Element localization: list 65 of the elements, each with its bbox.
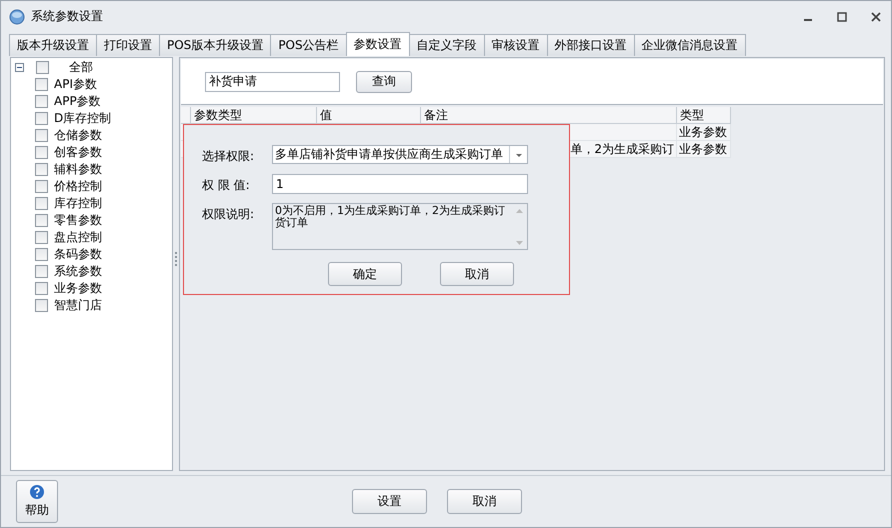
tab[interactable]: POS公告栏: [270, 34, 347, 56]
tab[interactable]: 审核设置: [484, 34, 548, 56]
query-button[interactable]: 查询: [356, 70, 412, 92]
tab[interactable]: 打印设置: [96, 34, 160, 56]
tree-item[interactable]: 仓储参数: [54, 127, 102, 144]
checkbox[interactable]: [35, 265, 48, 278]
checkbox[interactable]: [35, 78, 48, 91]
cancel-button[interactable]: 取消: [440, 262, 514, 286]
tree-item[interactable]: 库存控制: [54, 195, 102, 212]
tab[interactable]: 版本升级设置: [9, 34, 97, 56]
splitter-handle[interactable]: [175, 252, 178, 266]
checkbox[interactable]: [35, 112, 48, 125]
checkbox[interactable]: [35, 197, 48, 210]
field-label: 选择权限:: [202, 148, 256, 165]
tree-item[interactable]: API参数: [54, 76, 97, 93]
checkbox[interactable]: [36, 61, 49, 74]
description-field[interactable]: 0为不启用，1为生成采购订单，2为生成采购订货订单: [272, 203, 528, 250]
value-field[interactable]: 1: [272, 174, 528, 194]
checkbox[interactable]: [35, 214, 48, 227]
column-header: 参数类型: [191, 107, 317, 124]
checkbox[interactable]: [35, 299, 48, 312]
window-title: 系统参数设置: [31, 8, 104, 25]
tree-item[interactable]: 价格控制: [54, 178, 102, 195]
help-icon: [29, 484, 45, 500]
tree-item[interactable]: 辅料参数: [54, 161, 102, 178]
tree-item[interactable]: 创客参数: [54, 144, 102, 161]
column-header: 备注: [421, 107, 677, 124]
tree-item[interactable]: APP参数: [54, 93, 101, 110]
search-field[interactable]: 补货申请: [205, 72, 340, 92]
confirm-button[interactable]: 确定: [328, 262, 402, 286]
table-cell: 业务参数: [677, 141, 731, 158]
tab[interactable]: 企业微信消息设置: [634, 34, 746, 56]
field-label: 权限说明:: [202, 206, 256, 223]
tree-item[interactable]: D库存控制: [54, 110, 112, 127]
checkbox[interactable]: [35, 95, 48, 108]
tab[interactable]: 自定义字段: [408, 34, 485, 56]
field-label: 权 限 值:: [202, 177, 251, 194]
column-header: 值: [317, 107, 421, 124]
collapse-icon[interactable]: [15, 63, 24, 72]
permission-select[interactable]: 多单店铺补货申请单按供应商生成采购订单: [272, 145, 528, 164]
checkbox[interactable]: [35, 231, 48, 244]
checkbox[interactable]: [35, 248, 48, 261]
maximize-icon[interactable]: [835, 10, 849, 24]
set-button[interactable]: 设置: [352, 489, 427, 514]
column-header: 类型: [677, 107, 731, 124]
globe-icon: [9, 8, 25, 24]
tree-item[interactable]: 系统参数: [54, 263, 102, 280]
tree-item[interactable]: 全部: [69, 59, 93, 76]
close-icon[interactable]: [869, 10, 883, 24]
table-cell: 业务参数: [677, 124, 731, 141]
tree-item[interactable]: 智慧门店: [54, 297, 102, 314]
tree-item[interactable]: 零售参数: [54, 212, 102, 229]
checkbox[interactable]: [35, 163, 48, 176]
tree-item[interactable]: 盘点控制: [54, 229, 102, 246]
tab[interactable]: POS版本升级设置: [159, 34, 272, 56]
checkbox[interactable]: [35, 282, 48, 295]
checkbox[interactable]: [35, 180, 48, 193]
tree-item[interactable]: 条码参数: [54, 246, 102, 263]
checkbox[interactable]: [35, 129, 48, 142]
tab[interactable]: 参数设置: [346, 32, 410, 56]
cancel-button[interactable]: 取消: [447, 489, 522, 514]
checkbox[interactable]: [35, 146, 48, 159]
tree-item[interactable]: 业务参数: [54, 280, 102, 297]
help-button[interactable]: 帮助: [16, 480, 58, 523]
tab[interactable]: 外部接口设置: [546, 34, 635, 56]
